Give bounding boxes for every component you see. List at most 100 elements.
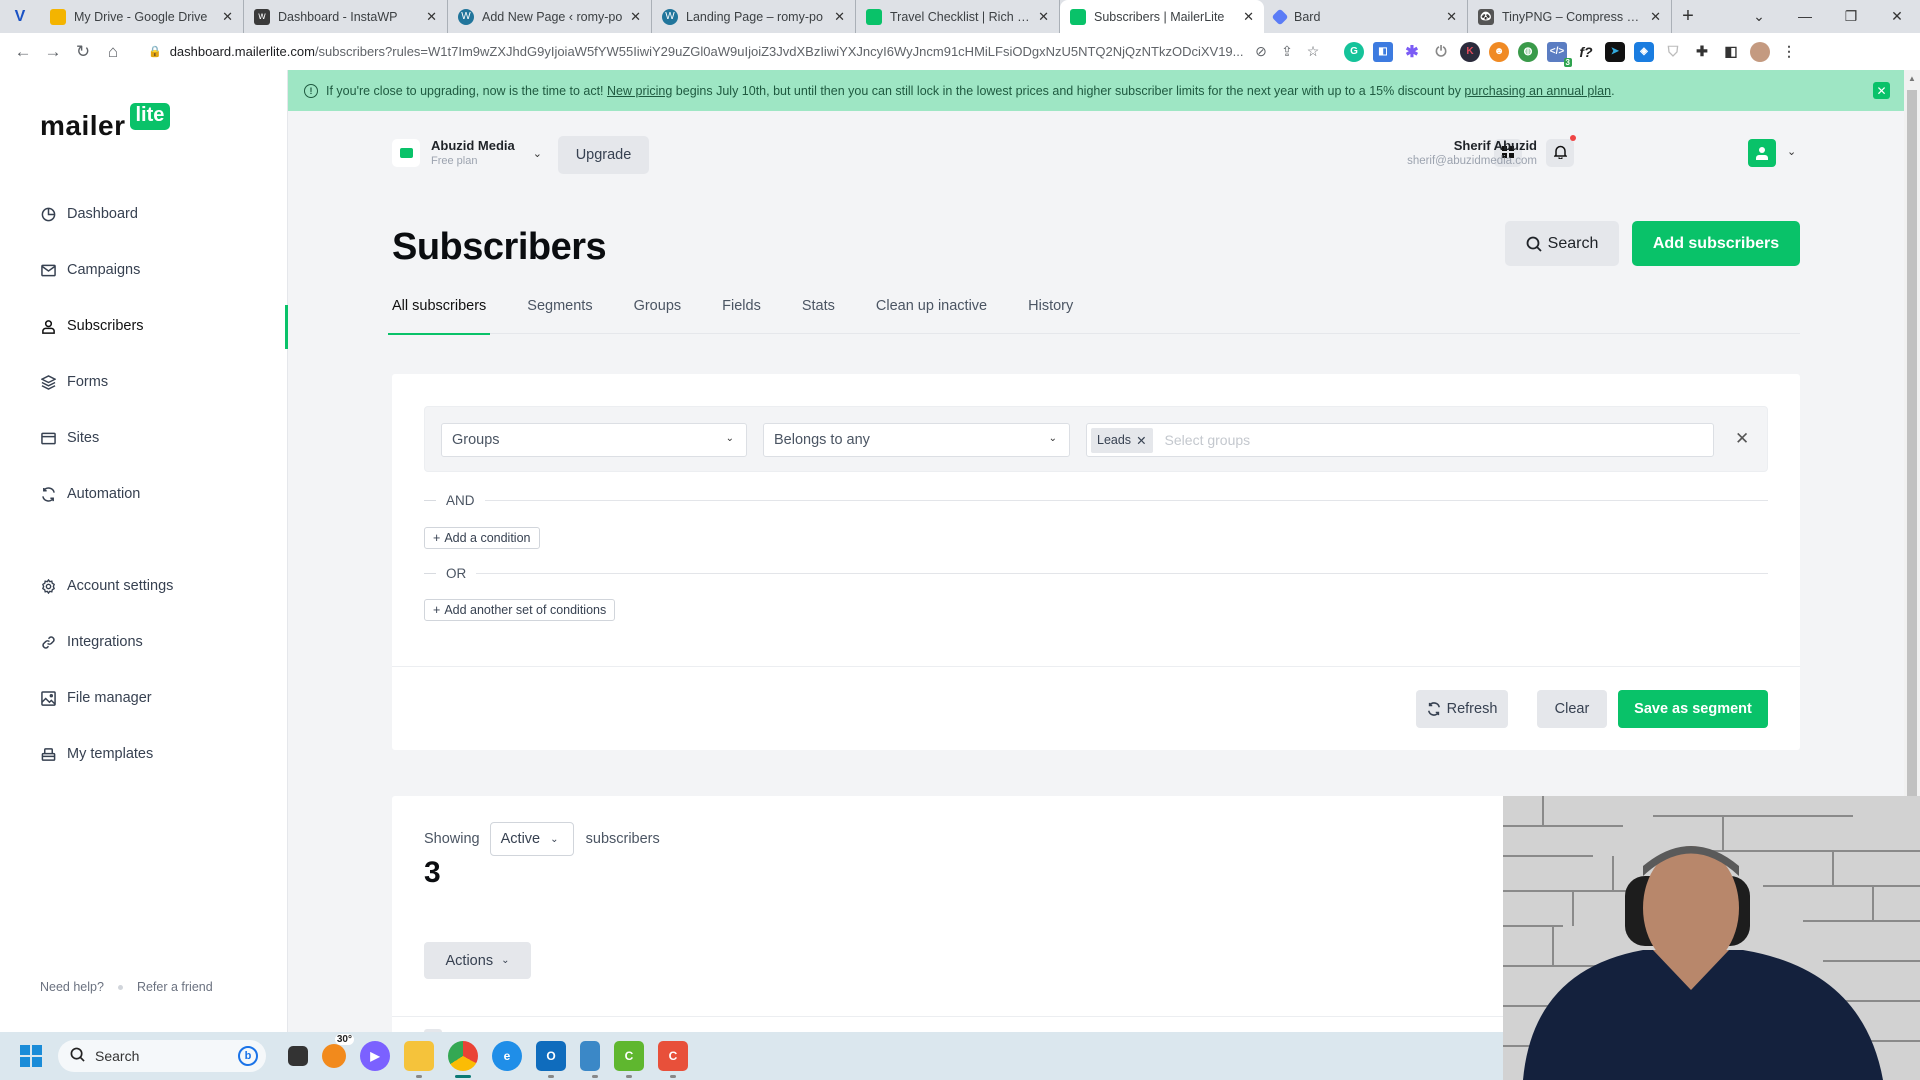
tab-clean-up-inactive[interactable]: Clean up inactive: [876, 292, 987, 334]
refresh-button[interactable]: Refresh: [1416, 690, 1508, 728]
restore-button[interactable]: ❐: [1828, 0, 1874, 33]
close-icon[interactable]: ✕: [1446, 9, 1457, 25]
close-banner-button[interactable]: ✕: [1873, 82, 1890, 99]
sidebar-item-subscribers[interactable]: Subscribers: [40, 314, 144, 338]
tab-all-subscribers[interactable]: All subscribers: [387, 292, 491, 335]
browser-tab[interactable]: 🐼 TinyPNG – Compress Web ✕: [1468, 0, 1672, 33]
browser-menu-kebab-icon[interactable]: ⋮: [1779, 42, 1799, 62]
weather-icon[interactable]: 30°: [322, 1034, 354, 1068]
remove-condition-icon[interactable]: ✕: [1735, 429, 1749, 449]
close-icon[interactable]: ✕: [426, 9, 437, 25]
mailerlite-logo[interactable]: mailer lite: [40, 103, 171, 142]
add-condition-button[interactable]: + Add a condition: [424, 527, 540, 549]
account-switcher[interactable]: Abuzid Media Free plan ⌄: [392, 138, 542, 168]
browser-tab[interactable]: Travel Checklist | Rich text ✕: [856, 0, 1060, 33]
browser-tab[interactable]: Bard ✕: [1264, 0, 1468, 33]
scroll-up-icon[interactable]: ▲: [1908, 74, 1916, 83]
refer-friend-link[interactable]: Refer a friend: [137, 980, 213, 994]
groups-multiselect[interactable]: Leads ✕ Select groups: [1086, 423, 1714, 457]
url-text[interactable]: dashboard.mailerlite.com/subscribers?rul…: [162, 44, 1248, 59]
tag-extension-icon[interactable]: ◈: [1634, 41, 1654, 62]
close-icon[interactable]: ✕: [630, 9, 641, 25]
new-tab-button[interactable]: +: [1672, 5, 1704, 28]
remove-tag-icon[interactable]: ✕: [1136, 433, 1146, 448]
operator-select[interactable]: Belongs to any ⌄: [763, 423, 1070, 457]
code-extension-icon[interactable]: </> 3: [1547, 41, 1572, 67]
annual-plan-link[interactable]: purchasing an annual plan: [1464, 84, 1611, 98]
sidebar-item-automation[interactable]: Automation: [40, 482, 140, 506]
font-extension-icon[interactable]: f?: [1576, 42, 1596, 62]
camtasia-recorder-icon[interactable]: C: [658, 1041, 688, 1078]
minimize-button[interactable]: —: [1782, 0, 1828, 33]
close-icon[interactable]: ✕: [1650, 9, 1661, 25]
notepad-icon[interactable]: [580, 1041, 600, 1078]
chevron-down-icon[interactable]: ⌄: [1787, 145, 1796, 158]
task-view-icon[interactable]: [288, 1046, 308, 1066]
browser-tab[interactable]: w Dashboard - InstaWP ✕: [244, 0, 448, 33]
tab-fields[interactable]: Fields: [722, 292, 761, 334]
close-icon[interactable]: ✕: [1038, 9, 1049, 25]
actions-dropdown[interactable]: Actions ⌄: [424, 942, 531, 979]
side-panel-icon[interactable]: ◧: [1721, 42, 1741, 62]
chrome-icon[interactable]: [448, 1041, 478, 1078]
scrollbar-thumb[interactable]: [1907, 90, 1917, 850]
file-explorer-icon[interactable]: [404, 1041, 434, 1078]
bing-icon[interactable]: b: [238, 1046, 258, 1066]
extension-icon[interactable]: ◧: [1373, 41, 1393, 62]
tab-stats[interactable]: Stats: [802, 292, 835, 334]
add-condition-set-button[interactable]: + Add another set of conditions: [424, 599, 616, 621]
shield-extension-icon[interactable]: ⛉: [1663, 42, 1683, 62]
outlook-icon[interactable]: O: [536, 1041, 566, 1078]
k-extension-icon[interactable]: K: [1460, 41, 1480, 62]
search-button[interactable]: Search: [1505, 221, 1619, 266]
camtasia-icon[interactable]: C: [614, 1041, 644, 1078]
browser-tab[interactable]: W Landing Page – romy-po ✕: [652, 0, 856, 33]
eye-off-icon[interactable]: ⊘: [1248, 43, 1274, 60]
notifications-button[interactable]: [1546, 135, 1576, 167]
tab-segments[interactable]: Segments: [527, 292, 592, 334]
browser-menu-icon[interactable]: V: [0, 0, 40, 33]
puzzle-extensions-icon[interactable]: ✚: [1692, 42, 1712, 62]
close-window-button[interactable]: ✕: [1874, 0, 1920, 33]
user-avatar[interactable]: [1748, 139, 1776, 167]
cursor-extension-icon[interactable]: ➤: [1605, 41, 1625, 62]
sidebar-item-campaigns[interactable]: Campaigns: [40, 258, 140, 282]
power-extension-icon[interactable]: ⏻: [1431, 42, 1451, 62]
forward-button[interactable]: →: [38, 42, 68, 62]
upgrade-button[interactable]: Upgrade: [558, 136, 649, 174]
address-bar[interactable]: 🔒 dashboard.mailerlite.com/subscribers?r…: [136, 38, 1326, 66]
sidebar-item-account-settings[interactable]: Account settings: [40, 574, 173, 598]
teams-chat-icon[interactable]: ▶: [360, 1041, 390, 1071]
sidebar-item-dashboard[interactable]: Dashboard: [40, 202, 138, 226]
browser-tab[interactable]: W Add New Page ‹ romy-po ✕: [448, 0, 652, 33]
save-as-segment-button[interactable]: Save as segment: [1618, 690, 1768, 728]
sidebar-item-forms[interactable]: Forms: [40, 370, 108, 394]
tab-groups[interactable]: Groups: [634, 292, 682, 334]
sidebar-item-file-manager[interactable]: File manager: [40, 686, 152, 710]
add-subscribers-button[interactable]: Add subscribers: [1632, 221, 1800, 266]
browser-tab-active[interactable]: Subscribers | MailerLite ✕: [1060, 0, 1264, 33]
close-icon[interactable]: ✕: [222, 9, 233, 25]
home-button[interactable]: ⌂: [98, 42, 128, 62]
grammarly-extension-icon[interactable]: G: [1344, 41, 1364, 62]
snowflake-extension-icon[interactable]: ✱: [1402, 42, 1422, 62]
star-icon[interactable]: ☆: [1300, 43, 1326, 60]
sidebar-item-integrations[interactable]: Integrations: [40, 630, 143, 654]
field-select[interactable]: Groups ⌄: [441, 423, 747, 457]
robot-extension-icon[interactable]: ☻: [1489, 41, 1509, 62]
new-pricing-link[interactable]: New pricing: [607, 84, 672, 98]
tab-search-button[interactable]: ⌄: [1736, 0, 1782, 33]
taskbar-search[interactable]: Search b: [58, 1040, 266, 1072]
sidebar-item-my-templates[interactable]: My templates: [40, 742, 153, 766]
profile-avatar[interactable]: [1750, 41, 1770, 62]
sidebar-item-sites[interactable]: Sites: [40, 426, 99, 450]
back-button[interactable]: ←: [8, 42, 38, 62]
user-info[interactable]: Sherif Abuzid sherif@abuzidmedia.com: [1407, 137, 1537, 169]
status-select[interactable]: Active ⌄: [489, 822, 574, 856]
globe-extension-icon[interactable]: ◍: [1518, 41, 1538, 62]
clear-button[interactable]: Clear: [1537, 690, 1607, 728]
edge-icon[interactable]: e: [492, 1041, 522, 1071]
reload-button[interactable]: ↻: [68, 42, 98, 62]
close-icon[interactable]: ✕: [834, 9, 845, 25]
need-help-link[interactable]: Need help?: [40, 980, 104, 994]
